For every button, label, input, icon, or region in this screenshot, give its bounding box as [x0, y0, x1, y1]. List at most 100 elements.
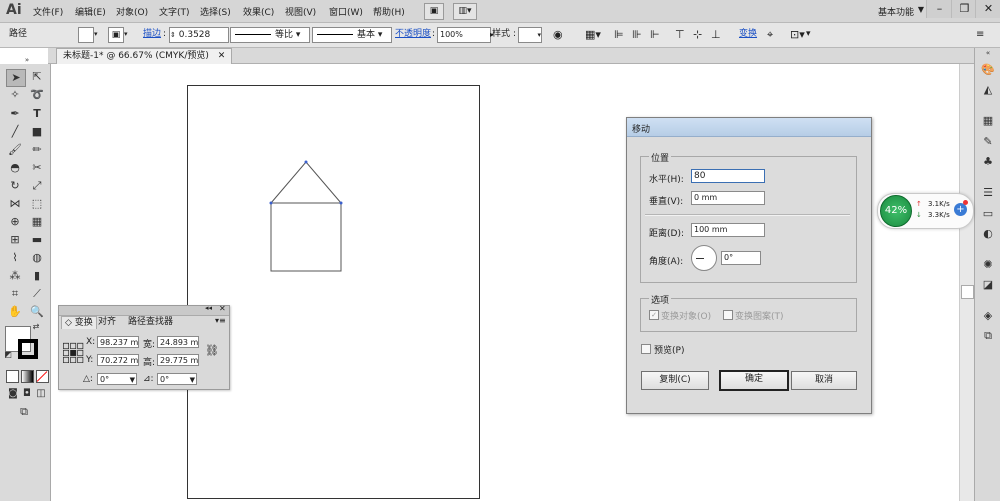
house-drawing[interactable]	[260, 150, 360, 280]
copy-button[interactable]: 复制(C)	[641, 371, 709, 390]
opacity-field[interactable]: 100%	[437, 27, 491, 43]
close-button[interactable]: ✕	[975, 0, 1000, 18]
scale-tool-icon[interactable]: ⤢	[28, 178, 46, 194]
layers-panel-icon[interactable]: ◈	[980, 308, 996, 324]
anchor-point[interactable]	[339, 201, 343, 205]
chevron-down-icon[interactable]: ▼	[190, 374, 195, 384]
angle-input[interactable]: 0°	[721, 251, 761, 265]
stroke-profile-select[interactable]: 等比 ▾	[230, 27, 310, 43]
chevron-down-icon[interactable]: ▼	[130, 374, 135, 384]
slice-tool-icon[interactable]: ⟋	[28, 286, 46, 302]
stroke-color-swatch[interactable]	[18, 339, 38, 359]
color-guide-icon[interactable]: ◭	[980, 82, 996, 98]
perspective-grid-tool-icon[interactable]: ▦	[28, 214, 46, 230]
width-tool-icon[interactable]: ⋈	[6, 196, 24, 212]
anchor-point[interactable]	[269, 201, 273, 205]
brush-select[interactable]: 基本 ▾	[312, 27, 392, 43]
collapse-icon[interactable]: «	[980, 48, 996, 58]
align-bottom-icon[interactable]: ⊥	[711, 27, 721, 42]
menu-select[interactable]: 选择(S)	[200, 5, 231, 18]
menu-window[interactable]: 窗口(W)	[329, 5, 363, 18]
chevron-down-icon[interactable]: ▾	[806, 27, 811, 42]
restore-button[interactable]: ❐	[951, 0, 977, 18]
angle-dial[interactable]	[691, 245, 717, 271]
align-middle-icon[interactable]: ⊹	[693, 27, 702, 42]
constrain-proportions-icon[interactable]: ⛓	[205, 344, 219, 357]
arrange-documents-icon[interactable]: ▥▾	[453, 3, 477, 20]
stroke-swatch[interactable]: ▣	[108, 27, 124, 43]
document-tab[interactable]: 未标题-1* @ 66.67% (CMYK/预览) ✕	[56, 48, 233, 64]
rectangle-tool-icon[interactable]: ■	[28, 124, 46, 140]
height-field[interactable]: 29.775 m	[157, 354, 199, 366]
symbols-panel-icon[interactable]: ♣	[980, 154, 996, 170]
artboard[interactable]	[187, 85, 480, 499]
symbol-sprayer-tool-icon[interactable]: ⁂	[6, 268, 24, 284]
y-field[interactable]: 70.272 m	[97, 354, 139, 366]
color-mode-icon[interactable]	[6, 370, 19, 383]
horizontal-input[interactable]: 80	[691, 169, 765, 183]
align-top-icon[interactable]: ⊤	[675, 27, 685, 42]
distance-input[interactable]: 100 mm	[691, 223, 765, 237]
rotate-field[interactable]: 0° ▼	[97, 373, 137, 385]
menu-type[interactable]: 文字(T)	[159, 5, 190, 18]
preview-checkbox[interactable]	[641, 344, 651, 354]
lasso-tool-icon[interactable]: ➰	[28, 87, 46, 103]
workspace-switcher[interactable]: 基本功能	[878, 5, 914, 18]
ok-button[interactable]: 确定	[719, 370, 789, 391]
eraser-tool-icon[interactable]: ✂	[28, 160, 46, 176]
dialog-titlebar[interactable]: 移动	[627, 118, 871, 137]
free-transform-tool-icon[interactable]: ⬚	[28, 196, 46, 212]
mesh-tool-icon[interactable]: ⊞	[6, 232, 24, 248]
paintbrush-tool-icon[interactable]: 🖌	[6, 142, 24, 158]
menu-effect[interactable]: 效果(C)	[243, 5, 274, 18]
align-right-icon[interactable]: ⊩	[650, 27, 660, 42]
hand-tool-icon[interactable]: ✋	[6, 304, 24, 320]
chevron-down-icon[interactable]: ▼	[918, 5, 924, 14]
menu-object[interactable]: 对象(O)	[116, 5, 148, 18]
draw-inside-icon[interactable]: ◫	[32, 386, 50, 402]
roof-path[interactable]	[270, 161, 342, 204]
transparency-panel-icon[interactable]: ◐	[980, 226, 996, 242]
direct-selection-tool-icon[interactable]: ⇱	[28, 69, 46, 85]
shape-builder-tool-icon[interactable]: ⊕	[6, 214, 24, 230]
pencil-tool-icon[interactable]: ✏	[28, 142, 46, 158]
transform-link[interactable]: 变换	[739, 27, 757, 42]
isolate-icon[interactable]: ⌖	[767, 27, 773, 42]
menu-edit[interactable]: 编辑(E)	[75, 5, 106, 18]
scrollbar-thumb[interactable]	[961, 285, 974, 299]
gradient-panel-icon[interactable]: ▭	[980, 206, 996, 222]
column-graph-tool-icon[interactable]: ▮	[28, 268, 46, 284]
screen-mode-icon[interactable]: ⧉	[15, 404, 33, 420]
tab-pathfinder[interactable]: 路径查找器	[125, 316, 176, 328]
panel-options-icon[interactable]: ⊡▾	[790, 27, 805, 42]
menu-view[interactable]: 视图(V)	[285, 5, 316, 18]
align-selection-icon[interactable]: ▦▾	[585, 27, 601, 42]
artboards-panel-icon[interactable]: ⧉	[980, 328, 996, 344]
stroke-link[interactable]: 描边	[143, 27, 161, 42]
eyedropper-tool-icon[interactable]: ⌇	[6, 250, 24, 266]
tab-transform[interactable]: ◇ 变换	[61, 316, 97, 329]
stroke-weight-field[interactable]: ⇕ 0.3528	[169, 27, 229, 43]
style-select[interactable]: ▾	[518, 27, 542, 43]
opacity-link[interactable]: 不透明度	[395, 27, 431, 42]
gradient-mode-icon[interactable]	[21, 370, 34, 383]
vertical-scrollbar[interactable]	[959, 64, 974, 501]
panel-titlebar[interactable]: ◂◂ ✕	[59, 304, 229, 316]
vertical-input[interactable]: 0 mm	[691, 191, 765, 205]
graphic-styles-panel-icon[interactable]: ◪	[980, 277, 996, 293]
selection-tool-icon[interactable]: ➤	[6, 69, 26, 87]
recolor-icon[interactable]: ◉	[553, 27, 563, 42]
transform-objects-checkbox[interactable]: ✓	[649, 310, 659, 320]
cancel-button[interactable]: 取消	[791, 371, 857, 390]
none-mode-icon[interactable]	[36, 370, 49, 383]
align-center-icon[interactable]: ⊪	[632, 27, 642, 42]
line-tool-icon[interactable]: ╱	[6, 124, 24, 140]
x-field[interactable]: 98.237 m	[97, 336, 139, 348]
rotate-tool-icon[interactable]: ↻	[6, 178, 24, 194]
anchor-point[interactable]	[304, 160, 308, 164]
pen-tool-icon[interactable]: ✒	[6, 106, 24, 122]
panel-menu-icon[interactable]: ▾≡	[215, 316, 226, 325]
zoom-tool-icon[interactable]: 🔍	[28, 304, 46, 320]
collapse-icon[interactable]: »	[18, 56, 36, 64]
shear-field[interactable]: 0° ▼	[157, 373, 197, 385]
